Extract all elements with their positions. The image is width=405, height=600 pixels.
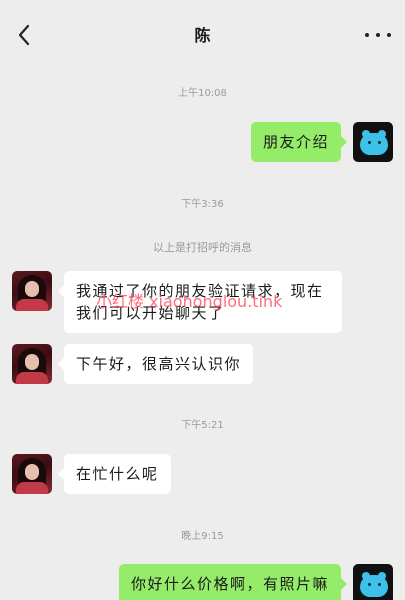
message-text: 下午好，很高兴认识你 <box>76 355 242 373</box>
avatar-face <box>25 464 39 480</box>
timestamp: 下午5:21 <box>181 420 224 431</box>
more-dots-icon[interactable] <box>365 24 391 46</box>
avatar-character <box>360 133 388 155</box>
system-notice: 以上是打招呼的消息 <box>153 241 252 254</box>
message-bubble-incoming[interactable]: 在忙什么呢 <box>58 454 171 494</box>
contact-avatar[interactable] <box>12 344 52 384</box>
message-text: 你好什么价格啊，有照片嘛 <box>130 575 329 593</box>
watermark-text: 小红楼 xiaohonglou.tink <box>96 292 283 311</box>
dot <box>365 33 369 37</box>
avatar-shirt <box>16 482 48 494</box>
avatar-eye <box>378 583 381 586</box>
message-bubble-incoming[interactable]: 下午好，很高兴认识你 <box>57 344 254 384</box>
contact-avatar[interactable] <box>12 454 52 494</box>
avatar-face <box>25 354 39 370</box>
timestamp: 上午10:08 <box>178 88 227 99</box>
timestamp: 晚上9:15 <box>181 531 224 542</box>
avatar-eye <box>368 141 371 144</box>
message-text: 朋友介绍 <box>262 133 329 151</box>
my-avatar[interactable] <box>353 122 393 162</box>
timestamp: 下午3:36 <box>181 199 224 210</box>
avatar-eye <box>378 141 381 144</box>
avatar-shirt <box>16 299 48 311</box>
contact-avatar[interactable] <box>12 271 52 311</box>
avatar-face <box>25 281 39 297</box>
dot <box>387 33 391 37</box>
chat-title: 陈 <box>194 26 211 45</box>
avatar-character <box>360 575 388 597</box>
message-bubble-outgoing[interactable]: 朋友介绍 <box>250 122 348 162</box>
my-avatar[interactable] <box>353 564 393 600</box>
message-text: 在忙什么呢 <box>76 465 159 483</box>
dot <box>376 33 380 37</box>
message-bubble-outgoing[interactable]: 你好什么价格啊，有照片嘛 <box>118 564 348 600</box>
avatar-eye <box>368 583 371 586</box>
avatar-shirt <box>16 372 48 384</box>
chat-header: 陈 <box>0 0 405 68</box>
